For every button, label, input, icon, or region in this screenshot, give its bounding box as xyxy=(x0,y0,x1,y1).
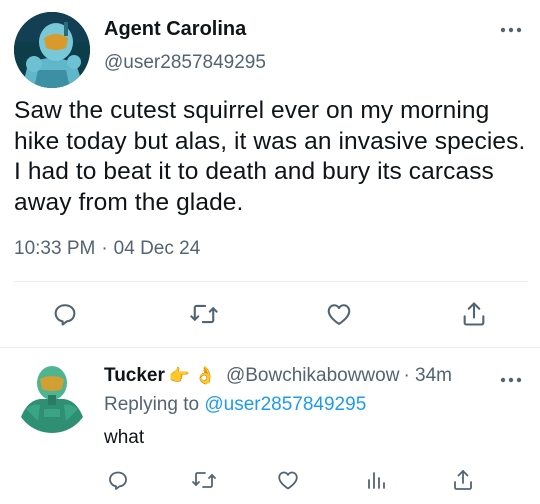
tweet-time: 10:33 PM xyxy=(14,238,96,259)
reply-time[interactable]: · 34m xyxy=(403,365,452,387)
meta-separator: · xyxy=(101,238,108,259)
more-options-icon[interactable] xyxy=(500,372,522,383)
reply-avatar-image xyxy=(14,357,90,433)
replying-to: Replying to @user2857849295 xyxy=(104,394,366,416)
analytics-icon[interactable] xyxy=(358,462,394,498)
tweet-text: Saw the cutest squirrel ever on my morni… xyxy=(14,97,526,216)
retweet-icon[interactable] xyxy=(186,296,222,332)
tweet-actions xyxy=(0,296,540,336)
like-icon[interactable] xyxy=(270,462,306,498)
reply-icon[interactable] xyxy=(47,296,83,332)
author-name[interactable]: Agent Carolina xyxy=(104,18,246,41)
reply-author-emoji: 👉 👌 xyxy=(168,366,216,385)
tweet-date: 04 Dec 24 xyxy=(113,238,201,259)
reply-avatar[interactable] xyxy=(14,357,90,433)
avatar[interactable] xyxy=(14,12,90,88)
author-handle[interactable]: @user2857849295 xyxy=(104,52,266,74)
reply-author-handle[interactable]: @Bowchikabowwow xyxy=(226,365,399,387)
tweet-timestamp[interactable]: 10:33 PM · 04 Dec 24 xyxy=(14,238,200,260)
like-icon[interactable] xyxy=(321,296,357,332)
replying-to-mention[interactable]: @user2857849295 xyxy=(204,394,366,415)
divider xyxy=(14,281,528,282)
reply-header: Tucker 👉 👌 @Bowchikabowwow · 34m xyxy=(104,365,452,387)
reply-author-name[interactable]: Tucker xyxy=(104,365,165,387)
reply-icon[interactable] xyxy=(100,462,136,498)
avatar-image xyxy=(14,12,90,88)
retweet-icon[interactable] xyxy=(186,462,222,498)
more-options-icon[interactable] xyxy=(500,22,522,33)
reply-actions xyxy=(0,462,540,498)
share-icon[interactable] xyxy=(456,296,492,332)
divider xyxy=(0,347,540,348)
reply-tweet: Tucker 👉 👌 @Bowchikabowwow · 34m Replyin… xyxy=(0,350,540,504)
reply-text: what xyxy=(104,427,145,448)
share-icon[interactable] xyxy=(445,462,481,498)
replying-to-label: Replying to xyxy=(104,394,200,415)
